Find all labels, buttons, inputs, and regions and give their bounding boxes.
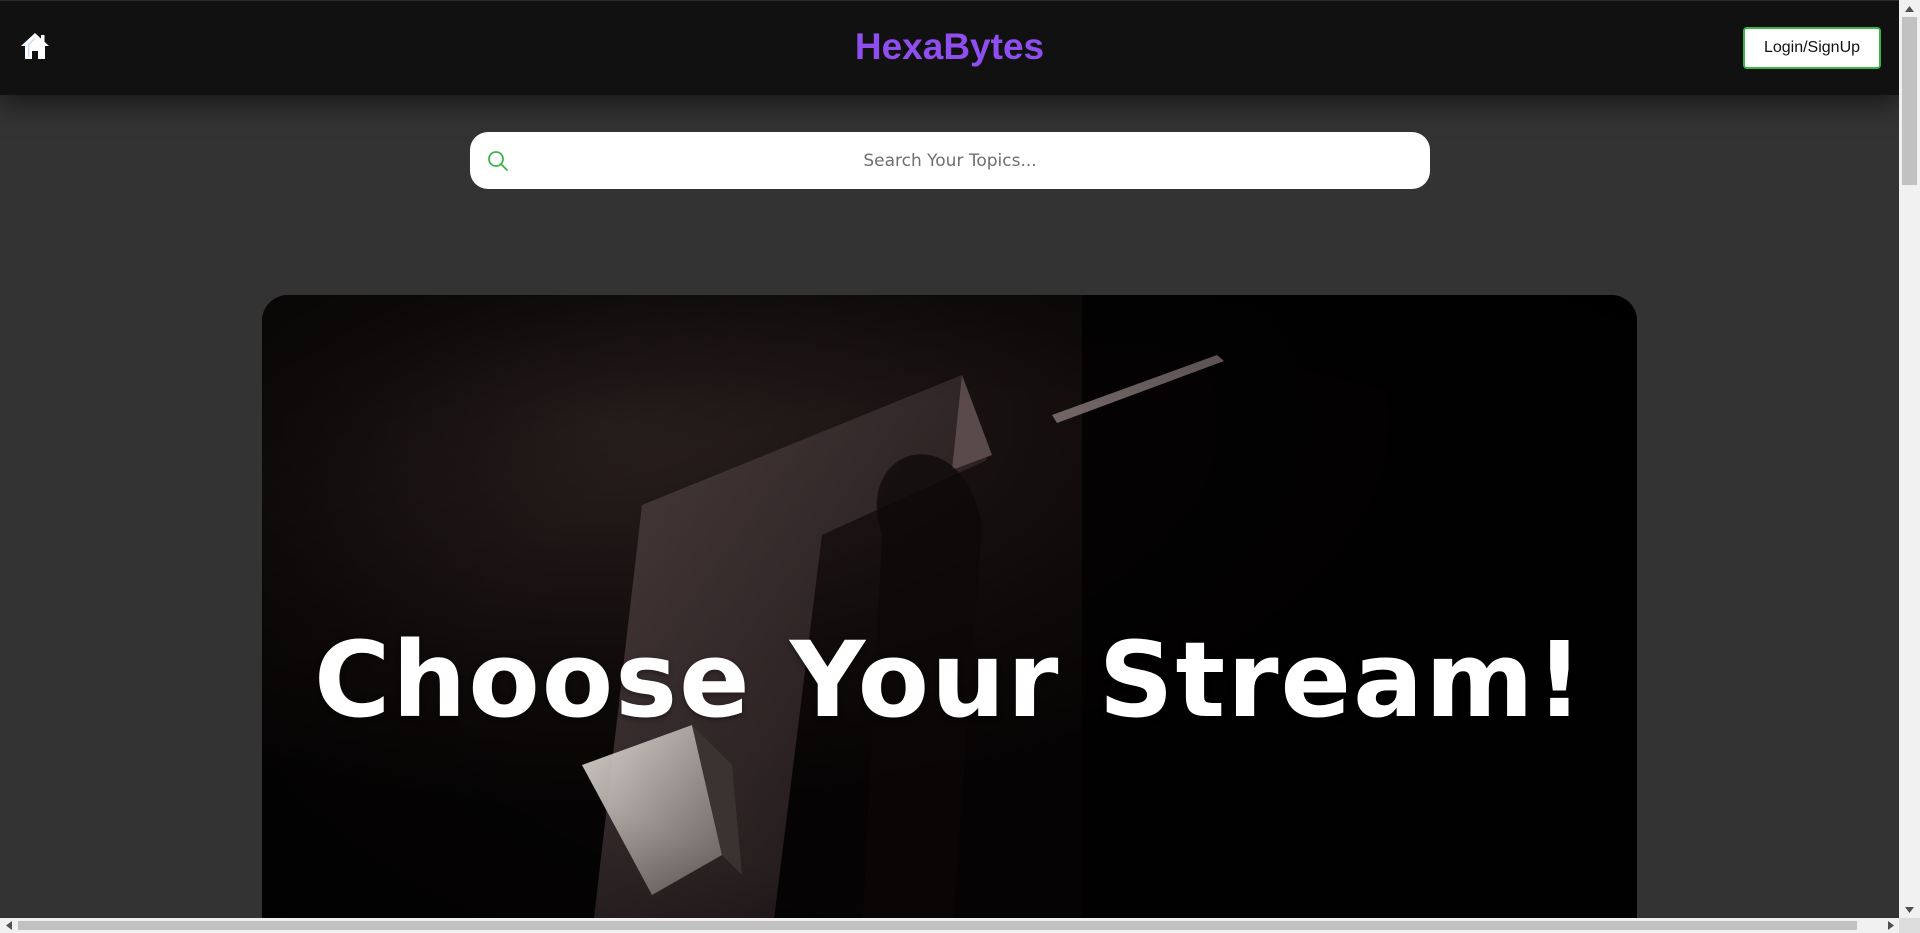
vertical-scroll-thumb[interactable] xyxy=(1902,17,1917,185)
top-navbar: HexaBytes Login/SignUp xyxy=(0,0,1899,95)
hero-banner: Choose Your Stream! xyxy=(262,295,1637,918)
hero-background-image xyxy=(262,295,1637,918)
hero-title: Choose Your Stream! xyxy=(313,619,1586,741)
scroll-down-arrow-icon[interactable] xyxy=(1899,901,1920,918)
home-icon xyxy=(21,33,49,59)
page-viewport: HexaBytes Login/SignUp Search Your Topic… xyxy=(0,0,1899,918)
horizontal-scroll-thumb[interactable] xyxy=(18,921,1857,930)
search-bar xyxy=(470,132,1430,189)
scrollbar-corner xyxy=(1899,918,1920,933)
vertical-scrollbar[interactable] xyxy=(1899,0,1920,918)
scroll-up-arrow-icon[interactable] xyxy=(1899,0,1920,17)
search-input[interactable] xyxy=(470,132,1430,189)
horizontal-scrollbar[interactable] xyxy=(0,918,1899,933)
search-icon xyxy=(488,151,508,171)
scroll-left-arrow-icon[interactable] xyxy=(0,918,17,933)
scroll-right-arrow-icon[interactable] xyxy=(1882,918,1899,933)
site-brand: HexaBytes xyxy=(854,26,1045,67)
login-signup-button[interactable]: Login/SignUp xyxy=(1743,27,1881,69)
home-button[interactable] xyxy=(19,30,51,62)
